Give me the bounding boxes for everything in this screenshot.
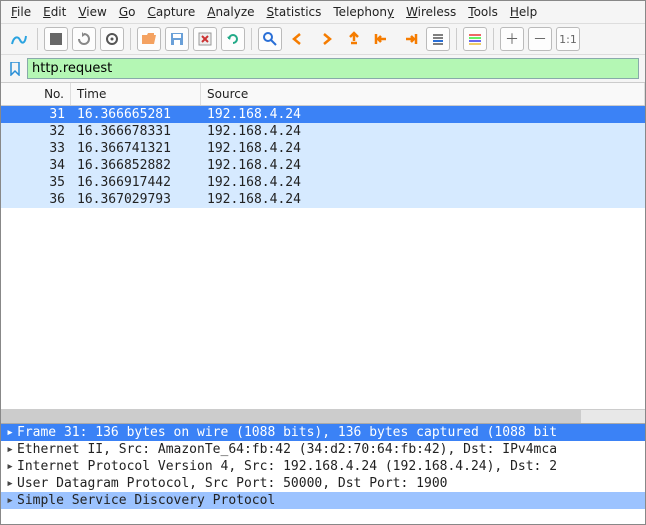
cell-time: 16.366741321	[71, 140, 201, 157]
protocol-tree-item[interactable]: ▸Frame 31: 136 bytes on wire (1088 bits)…	[1, 424, 645, 441]
cell-no: 36	[1, 191, 71, 208]
go-back-button[interactable]	[286, 27, 310, 51]
menu-item[interactable]: Help	[510, 5, 537, 19]
expand-arrow-icon[interactable]: ▸	[3, 476, 17, 491]
autoscroll-button[interactable]	[426, 27, 450, 51]
toolbar-separator	[493, 28, 494, 50]
packet-row[interactable]: 3316.366741321192.168.4.24	[1, 140, 645, 157]
zoom-in-button[interactable]: ＋	[500, 27, 524, 51]
cell-time: 16.366665281	[71, 106, 201, 123]
menu-item[interactable]: Edit	[43, 5, 66, 19]
capture-options-button[interactable]	[100, 27, 124, 51]
toolbar-separator	[37, 28, 38, 50]
menu-item[interactable]: View	[78, 5, 106, 19]
find-button[interactable]	[258, 27, 282, 51]
protocol-tree-item[interactable]: ▸User Datagram Protocol, Src Port: 50000…	[1, 475, 645, 492]
cell-time: 16.366678331	[71, 123, 201, 140]
menu-item[interactable]: Statistics	[267, 5, 322, 19]
protocol-tree-text: Ethernet II, Src: AmazonTe_64:fb:42 (34:…	[17, 442, 557, 457]
cell-source: 192.168.4.24	[201, 140, 645, 157]
go-forward-button[interactable]	[314, 27, 338, 51]
reload-button[interactable]	[221, 27, 245, 51]
toolbar-separator	[251, 28, 252, 50]
column-header-source[interactable]: Source	[201, 83, 645, 105]
protocol-tree-item[interactable]: ▸Internet Protocol Version 4, Src: 192.1…	[1, 458, 645, 475]
protocol-tree-text: Simple Service Discovery Protocol	[17, 493, 275, 508]
packet-details-pane[interactable]: ▸Frame 31: 136 bytes on wire (1088 bits)…	[1, 424, 645, 524]
packet-list-header[interactable]: No. Time Source	[1, 83, 645, 106]
go-first-button[interactable]	[370, 27, 394, 51]
packet-row[interactable]: 3616.367029793192.168.4.24	[1, 191, 645, 208]
cell-time: 16.366852882	[71, 157, 201, 174]
cell-source: 192.168.4.24	[201, 157, 645, 174]
cell-source: 192.168.4.24	[201, 106, 645, 123]
stop-capture-button[interactable]	[44, 27, 68, 51]
packet-list-body[interactable]: 3116.366665281192.168.4.243216.366678331…	[1, 106, 645, 409]
menu-item[interactable]: Wireless	[406, 5, 456, 19]
open-file-button[interactable]	[137, 27, 161, 51]
packet-row[interactable]: 3116.366665281192.168.4.24	[1, 106, 645, 123]
cell-no: 33	[1, 140, 71, 157]
toolbar-separator	[456, 28, 457, 50]
protocol-tree-text: Internet Protocol Version 4, Src: 192.16…	[17, 459, 557, 474]
protocol-tree-item[interactable]: ▸Simple Service Discovery Protocol	[1, 492, 645, 509]
wireshark-logo-icon	[7, 27, 31, 51]
packet-row[interactable]: 3416.366852882192.168.4.24	[1, 157, 645, 174]
colorize-button[interactable]	[463, 27, 487, 51]
restart-capture-button[interactable]	[72, 27, 96, 51]
protocol-tree-item[interactable]: ▸Ethernet II, Src: AmazonTe_64:fb:42 (34…	[1, 441, 645, 458]
cell-source: 192.168.4.24	[201, 191, 645, 208]
close-file-button[interactable]	[193, 27, 217, 51]
packet-list-pane: No. Time Source 3116.366665281192.168.4.…	[1, 83, 645, 424]
menu-item[interactable]: File	[11, 5, 31, 19]
packet-row[interactable]: 3216.366678331192.168.4.24	[1, 123, 645, 140]
go-last-button[interactable]	[398, 27, 422, 51]
packet-list-horizontal-scrollbar[interactable]	[1, 409, 645, 423]
menu-bar: File Edit View Go Capture Analyze Statistics Te…	[1, 1, 645, 24]
display-filter-input[interactable]	[27, 58, 639, 79]
toolbar: ＋ － 1:1	[1, 24, 645, 55]
cell-no: 34	[1, 157, 71, 174]
cell-no: 31	[1, 106, 71, 123]
cell-time: 16.367029793	[71, 191, 201, 208]
expand-arrow-icon[interactable]: ▸	[3, 493, 17, 508]
filter-bar	[1, 55, 645, 83]
menu-item[interactable]: Analyze	[207, 5, 254, 19]
bookmark-filter-icon[interactable]	[7, 60, 23, 78]
menu-item[interactable]: Tools	[468, 5, 498, 19]
cell-no: 35	[1, 174, 71, 191]
menu-item[interactable]: Capture	[147, 5, 195, 19]
zoom-reset-button[interactable]: 1:1	[556, 27, 580, 51]
expand-arrow-icon[interactable]: ▸	[3, 425, 17, 440]
cell-time: 16.366917442	[71, 174, 201, 191]
protocol-tree-text: Frame 31: 136 bytes on wire (1088 bits),…	[17, 425, 557, 440]
packet-row[interactable]: 3516.366917442192.168.4.24	[1, 174, 645, 191]
cell-source: 192.168.4.24	[201, 123, 645, 140]
save-file-button[interactable]	[165, 27, 189, 51]
protocol-tree-text: User Datagram Protocol, Src Port: 50000,…	[17, 476, 447, 491]
column-header-no[interactable]: No.	[1, 83, 71, 105]
menu-item[interactable]: Go	[119, 5, 136, 19]
toolbar-separator	[130, 28, 131, 50]
cell-no: 32	[1, 123, 71, 140]
menu-item[interactable]: Telephony	[333, 5, 394, 19]
zoom-out-button[interactable]: －	[528, 27, 552, 51]
column-header-time[interactable]: Time	[71, 83, 201, 105]
expand-arrow-icon[interactable]: ▸	[3, 442, 17, 457]
cell-source: 192.168.4.24	[201, 174, 645, 191]
expand-arrow-icon[interactable]: ▸	[3, 459, 17, 474]
go-to-packet-button[interactable]	[342, 27, 366, 51]
